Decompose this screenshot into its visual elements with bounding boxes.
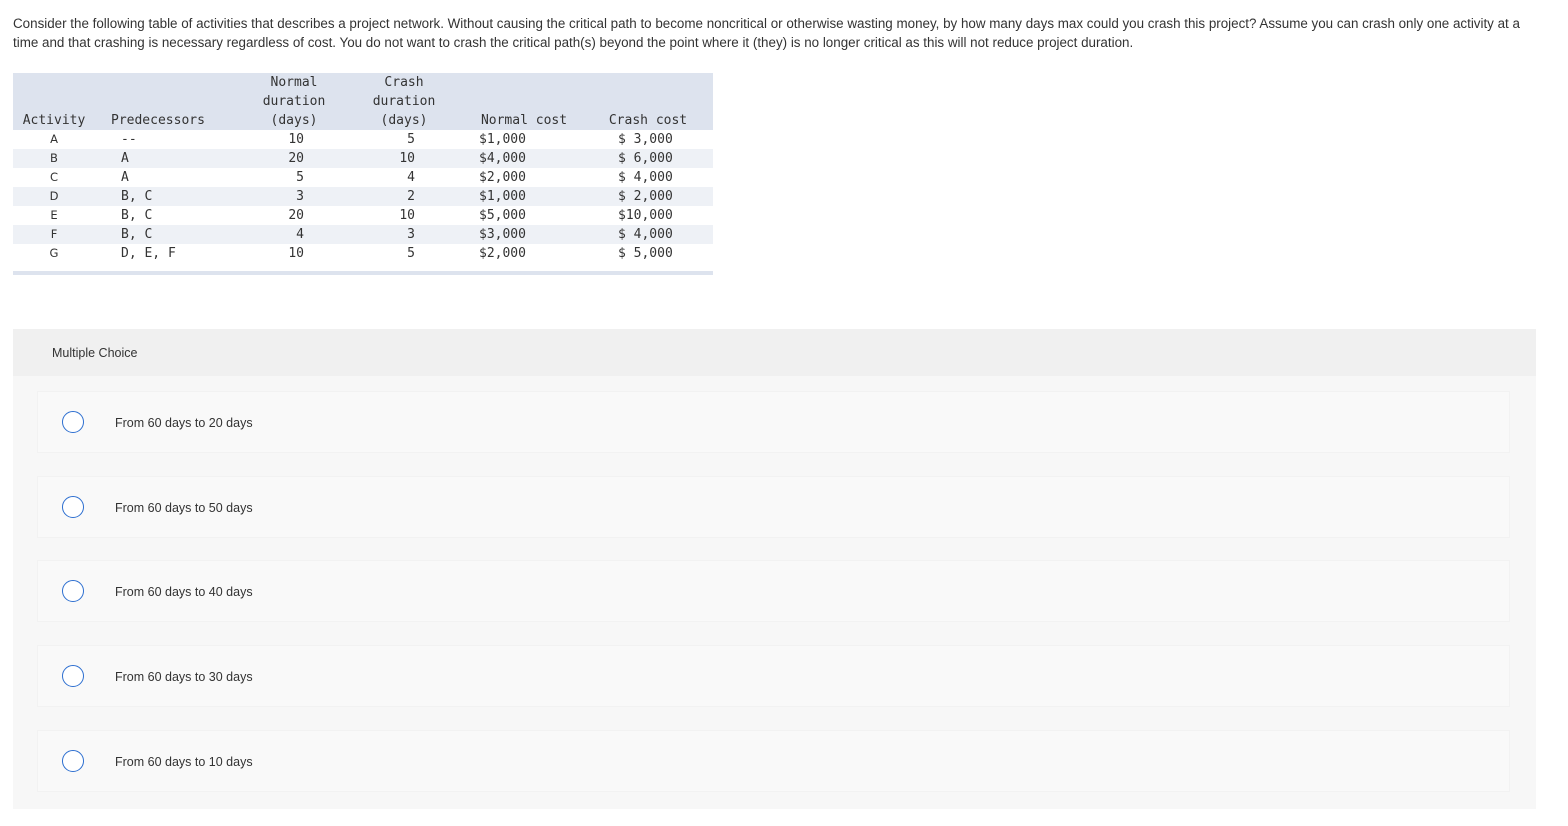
table-row: F B, C 4 3 $3,000 $ 4,000 [13, 225, 713, 244]
cell-normal-cost: $5,000 [479, 208, 526, 223]
cell-normal-duration: 20 [288, 151, 304, 166]
multiple-choice-panel: Multiple Choice From 60 days to 20 days … [13, 329, 1536, 809]
cell-normal-duration: 3 [296, 189, 304, 204]
cell-crash-cost: $ 2,000 [618, 189, 673, 204]
question-text: Consider the following table of activiti… [13, 16, 1520, 50]
choice-label: From 60 days to 50 days [115, 501, 253, 515]
multiple-choice-label: Multiple Choice [52, 346, 138, 360]
cell-normal-duration: 10 [288, 132, 304, 147]
cell-normal-cost: $2,000 [479, 170, 526, 185]
cell-crash-duration: 10 [399, 151, 415, 166]
cell-activity: F [50, 227, 58, 241]
cell-normal-cost: $4,000 [479, 151, 526, 166]
cell-crash-cost: $ 4,000 [618, 170, 673, 185]
cell-normal-duration: 5 [296, 170, 304, 185]
cell-activity: E [50, 208, 58, 222]
radio-button[interactable] [62, 665, 84, 687]
cell-crash-cost: $ 6,000 [618, 151, 673, 166]
table-row: G D, E, F 10 5 $2,000 $ 5,000 [13, 244, 713, 263]
cell-predecessors: B, C [121, 208, 153, 223]
cell-crash-duration: 3 [407, 227, 415, 242]
cell-activity: B [50, 151, 58, 165]
cell-crash-duration: 10 [399, 208, 415, 223]
cell-crash-duration: 5 [407, 132, 415, 147]
choice-option[interactable]: From 60 days to 50 days [37, 476, 1510, 538]
cell-predecessors: A [121, 170, 129, 185]
choice-label: From 60 days to 30 days [115, 670, 253, 684]
cell-crash-duration: 5 [407, 246, 415, 261]
cell-predecessors: B, C [121, 227, 153, 242]
cell-crash-cost: $ 4,000 [618, 227, 673, 242]
header-normal-duration: Normal duration (days) [262, 75, 326, 128]
header-normal-cost: Normal cost [480, 113, 568, 128]
cell-predecessors: -- [121, 132, 137, 147]
cell-crash-duration: 4 [407, 170, 415, 185]
cell-crash-cost: $10,000 [618, 208, 673, 223]
choice-label: From 60 days to 40 days [115, 585, 253, 599]
choice-option[interactable]: From 60 days to 40 days [37, 560, 1510, 622]
cell-normal-duration: 20 [288, 208, 304, 223]
cell-normal-duration: 4 [296, 227, 304, 242]
table-row: A -- 10 5 $1,000 $ 3,000 [13, 130, 713, 149]
cell-normal-cost: $3,000 [479, 227, 526, 242]
cell-crash-cost: $ 5,000 [618, 246, 673, 261]
cell-crash-duration: 2 [407, 189, 415, 204]
table-row: E B, C 20 10 $5,000 $10,000 [13, 206, 713, 225]
multiple-choice-header: Multiple Choice [13, 329, 1536, 376]
cell-normal-cost: $1,000 [479, 132, 526, 147]
table-row: B A 20 10 $4,000 $ 6,000 [13, 149, 713, 168]
table-row: D B, C 3 2 $1,000 $ 2,000 [13, 187, 713, 206]
choice-option[interactable]: From 60 days to 20 days [37, 391, 1510, 453]
cell-activity: C [49, 170, 59, 184]
header-activity: Activity [22, 113, 86, 128]
radio-button[interactable] [62, 411, 84, 433]
cell-crash-cost: $ 3,000 [618, 132, 673, 147]
cell-activity: D [49, 189, 59, 203]
cell-normal-cost: $2,000 [479, 246, 526, 261]
cell-predecessors: A [121, 151, 129, 166]
table-row: C A 5 4 $2,000 $ 4,000 [13, 168, 713, 187]
choice-option[interactable]: From 60 days to 30 days [37, 645, 1510, 707]
radio-button[interactable] [62, 496, 84, 518]
header-crash-duration: Crash duration (days) [372, 75, 436, 128]
header-crash-cost: Crash cost [608, 113, 688, 128]
header-predecessors: Predecessors [111, 113, 205, 128]
cell-normal-cost: $1,000 [479, 189, 526, 204]
cell-predecessors: B, C [121, 189, 153, 204]
cell-activity: A [50, 132, 58, 146]
radio-button[interactable] [62, 580, 84, 602]
choice-option[interactable]: From 60 days to 10 days [37, 730, 1510, 792]
choice-label: From 60 days to 10 days [115, 755, 253, 769]
choice-label: From 60 days to 20 days [115, 416, 253, 430]
cell-normal-duration: 10 [288, 246, 304, 261]
radio-button[interactable] [62, 750, 84, 772]
cell-activity: G [49, 246, 59, 260]
cell-predecessors: D, E, F [121, 246, 176, 261]
activity-table: Activity Predecessors Normal duration (d… [13, 73, 713, 275]
table-header: Activity Predecessors Normal duration (d… [13, 73, 713, 130]
